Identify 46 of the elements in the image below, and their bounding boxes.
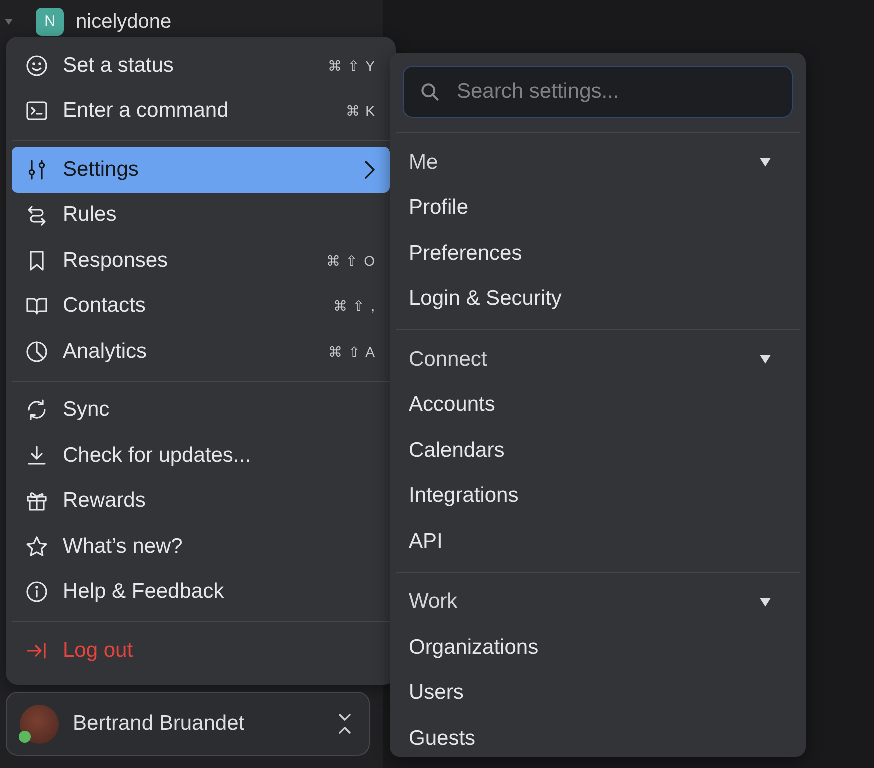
section-link[interactable]: Users xyxy=(403,670,793,716)
section-title: Work xyxy=(409,590,458,614)
section-link[interactable]: Guests xyxy=(403,716,793,762)
avatar xyxy=(20,704,59,744)
menu-item[interactable]: Rules xyxy=(12,192,390,238)
user-button[interactable]: Bertrand Bruandet xyxy=(6,692,370,756)
section-title: Me xyxy=(409,150,438,175)
section-link[interactable]: Profile xyxy=(403,186,793,231)
section-header[interactable]: Me xyxy=(403,140,793,186)
workspace-name[interactable]: nicelydone xyxy=(76,11,172,33)
menu-item[interactable]: Enter a command ⌘ K xyxy=(12,88,390,134)
shortcut-label: ⌘ K xyxy=(346,103,376,120)
menu-item[interactable]: Help & Feedback xyxy=(12,570,390,615)
menu-item[interactable]: Rewards xyxy=(12,478,390,524)
section-link[interactable]: Preferences xyxy=(403,231,793,276)
workspace-avatar: N xyxy=(36,8,64,36)
section-link[interactable]: Integrations xyxy=(403,474,793,519)
caret-icon[interactable] xyxy=(4,17,14,27)
menu-item[interactable]: Settings xyxy=(12,147,390,192)
section-link[interactable]: Login & Security xyxy=(403,276,793,322)
shortcut-label: ⌘ ⇧ Y xyxy=(328,58,376,74)
terminal-icon xyxy=(25,99,49,124)
menu-item[interactable]: Check for updates... xyxy=(12,433,390,478)
shortcut-label: ⌘ ⇧ O xyxy=(326,252,376,269)
section-link[interactable]: Accounts xyxy=(403,382,793,428)
menu-item[interactable]: Analytics ⌘ ⇧ A xyxy=(12,329,390,374)
search-field[interactable]: Search settings... xyxy=(403,66,793,118)
menu-item[interactable]: Contacts ⌘ ⇧ , xyxy=(12,284,390,329)
shortcut-label: ⌘ ⇧ A xyxy=(328,344,376,360)
collapse-icon xyxy=(337,713,353,735)
info-icon xyxy=(25,580,49,604)
pie-chart-icon xyxy=(25,340,49,364)
menu-item[interactable]: What’s new? xyxy=(12,524,390,570)
section-title: Connect xyxy=(409,348,488,372)
section-link[interactable]: Calendars xyxy=(403,428,793,474)
star-icon xyxy=(25,534,49,559)
sync-icon xyxy=(25,398,49,422)
shortcut-label: ⌘ ⇧ , xyxy=(333,298,376,314)
section-header[interactable]: Connect xyxy=(403,337,793,382)
section-header[interactable]: Work xyxy=(403,580,793,625)
section-link[interactable]: Organizations xyxy=(403,625,793,670)
menu-item[interactable]: Sync xyxy=(12,388,390,433)
menu-item[interactable]: Responses ⌘ ⇧ O xyxy=(12,238,390,284)
menu-item[interactable]: Set a status ⌘ ⇧ Y xyxy=(12,43,390,88)
section-link[interactable]: API xyxy=(403,519,793,564)
smiley-icon xyxy=(25,54,49,78)
